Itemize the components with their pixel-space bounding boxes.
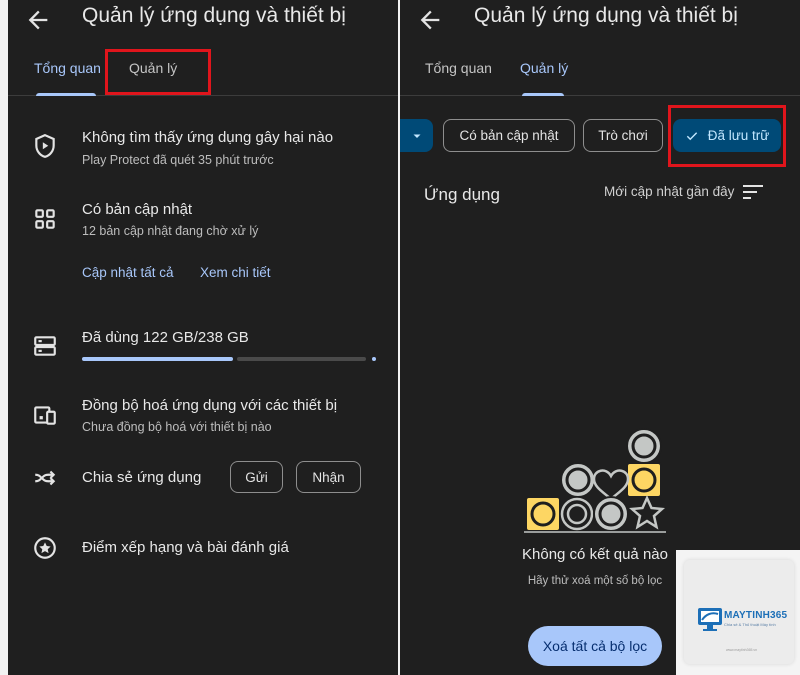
play-protect-row[interactable]: Không tìm thấy ứng dụng gây hại nào Play…	[8, 126, 398, 174]
storage-icon	[34, 336, 56, 356]
filter-chip-updates[interactable]: Có bản cập nhật	[443, 119, 575, 152]
star-circle-icon	[34, 537, 56, 559]
storage-progress-bar	[82, 357, 376, 361]
tab-overview[interactable]: Tổng quan	[34, 60, 101, 76]
filter-chip-games[interactable]: Trò chơi	[583, 119, 663, 152]
filter-dropdown-button[interactable]	[400, 119, 433, 152]
play-protect-subtitle: Play Protect đã quét 35 phút trước	[82, 153, 274, 167]
page-title: Quản lý ứng dụng và thiết bị	[474, 4, 738, 27]
sort-label[interactable]: Mới cập nhật gần đây	[604, 184, 734, 199]
share-title: Chia sẻ ứng dụng	[82, 469, 202, 486]
watermark-brand: MAYTINH365	[724, 610, 788, 621]
tab-manage[interactable]: Quản lý	[129, 60, 177, 76]
storage-used-fill	[82, 357, 233, 361]
storage-title: Đã dùng 122 GB/238 GB	[82, 329, 249, 346]
overview-panel: Quản lý ứng dụng và thiết bị Tổng quan Q…	[8, 0, 398, 675]
tab-indicator	[36, 93, 96, 96]
check-icon	[686, 131, 697, 140]
apps-section-title: Ứng dụng	[424, 185, 500, 204]
sort-icon[interactable]	[742, 183, 764, 201]
sync-row[interactable]: Đồng bộ hoá ứng dụng với các thiết bị Ch…	[8, 394, 398, 442]
storage-free-track	[237, 357, 366, 361]
dropdown-arrow-icon	[413, 134, 420, 138]
ratings-row[interactable]: Điểm xếp hạng và bài đánh giá	[8, 534, 398, 564]
filter-chip-archived[interactable]: Đã lưu trữ	[673, 119, 781, 152]
updates-row[interactable]: Có bản cập nhật 12 bản cập nhật đang chờ…	[8, 198, 398, 246]
shield-play-icon	[35, 133, 55, 158]
watermark-url: www.maytinh365.vn	[726, 648, 758, 652]
share-arrows-icon	[35, 470, 56, 486]
sync-subtitle: Chưa đồng bộ hoá với thiết bị nào	[82, 420, 272, 434]
ratings-title: Điểm xếp hạng và bài đánh giá	[82, 539, 289, 556]
tab-bar: Tổng quan Quản lý	[400, 48, 800, 96]
tab-bar: Tổng quan Quản lý	[8, 48, 398, 96]
send-button[interactable]: Gửi	[230, 461, 283, 493]
play-protect-title: Không tìm thấy ứng dụng gây hại nào	[82, 129, 334, 146]
empty-state-illustration	[524, 428, 666, 533]
page-title: Quản lý ứng dụng và thiết bị	[82, 4, 346, 27]
apps-grid-icon	[35, 209, 55, 229]
receive-button[interactable]: Nhận	[296, 461, 361, 493]
tab-manage[interactable]: Quản lý	[520, 60, 568, 76]
storage-row[interactable]: Đã dùng 122 GB/238 GB	[8, 326, 398, 368]
tab-overview[interactable]: Tổng quan	[425, 60, 492, 76]
updates-subtitle: 12 bản cập nhật đang chờ xử lý	[82, 224, 259, 238]
devices-icon	[34, 406, 56, 425]
storage-end-dot	[372, 357, 376, 361]
see-details-link[interactable]: Xem chi tiết	[200, 265, 271, 280]
watermark: MAYTINH365 Chia sẻ & Thủ thuật Máy tính …	[676, 550, 800, 675]
clear-filters-button[interactable]: Xoá tất cả bộ lọc	[528, 626, 662, 666]
watermark-tagline: Chia sẻ & Thủ thuật Máy tính	[724, 622, 776, 627]
back-arrow-icon[interactable]	[416, 6, 444, 34]
app-bar: Quản lý ứng dụng và thiết bị	[400, 0, 800, 40]
update-all-link[interactable]: Cập nhật tất cả	[82, 265, 174, 280]
watermark-card: MAYTINH365 Chia sẻ & Thủ thuật Máy tính …	[684, 560, 794, 664]
sync-title: Đồng bộ hoá ứng dụng với các thiết bị	[82, 397, 338, 414]
back-arrow-icon[interactable]	[24, 6, 52, 34]
filter-chip-archived-label: Đã lưu trữ	[707, 128, 770, 143]
updates-title: Có bản cập nhật	[82, 201, 193, 218]
tab-indicator	[522, 93, 564, 96]
app-bar: Quản lý ứng dụng và thiết bị	[8, 0, 398, 40]
monitor-logo-icon	[698, 608, 722, 631]
